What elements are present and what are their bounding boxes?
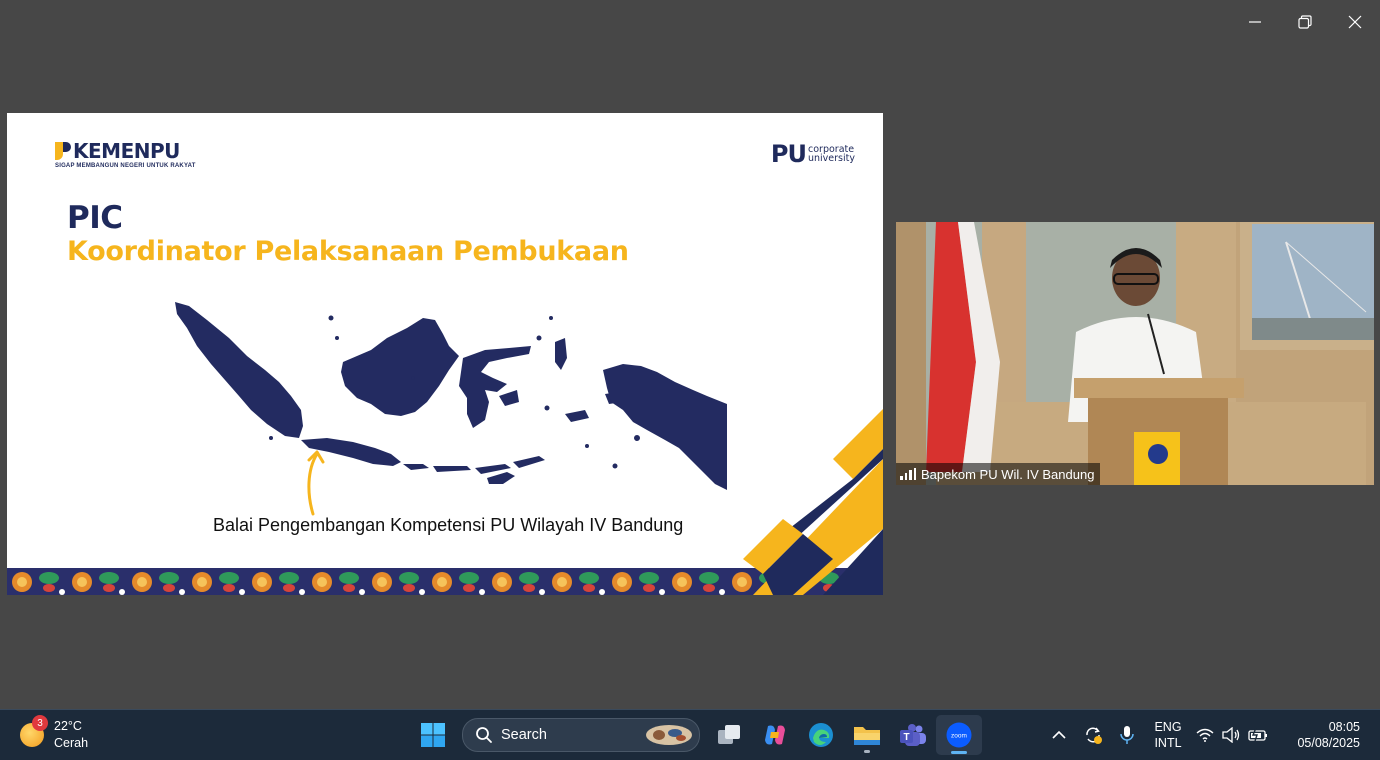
slide-subtitle: Koordinator Pelaksanaan Pembukaan <box>67 236 629 267</box>
pu-logo-line2: university <box>808 153 855 164</box>
indonesia-map-graphic <box>175 302 727 490</box>
language-indicator[interactable]: ENG INTL <box>1144 719 1192 751</box>
microphone-icon[interactable] <box>1110 710 1144 760</box>
task-view-icon[interactable] <box>706 715 752 755</box>
running-indicator <box>864 750 870 753</box>
logo-tagline: SIGAP MEMBANGUN NEGERI UNTUK RAKYAT <box>55 163 196 169</box>
logo-part1: KEMEN <box>73 139 150 163</box>
kemenpu-logo: KEMEN PU SIGAP MEMBANGUN NEGERI UNTUK RAK… <box>55 140 196 169</box>
slide-caption: Balai Pengembangan Kompetensi PU Wilayah… <box>213 515 684 535</box>
participant-video-tile[interactable]: Bapekom PU Wil. IV Bandung <box>896 222 1374 485</box>
location-pointer-arrow <box>307 450 325 516</box>
slide-title: PIC <box>67 200 123 236</box>
shared-presentation-slide: KEMEN PU SIGAP MEMBANGUN NEGERI UNTUK RAK… <box>7 113 883 595</box>
search-icon <box>476 727 492 743</box>
search-label: Search <box>501 727 547 743</box>
weather-sun-icon: 3 <box>20 715 48 747</box>
corner-stripes-decoration <box>743 409 883 595</box>
svg-text:T: T <box>903 732 909 743</box>
taskbar-apps: Search T zoom <box>410 715 982 755</box>
close-icon[interactable] <box>1330 0 1380 44</box>
taskbar-clock[interactable]: 08:05 05/08/2025 <box>1280 719 1360 751</box>
teams-icon[interactable]: T <box>890 715 936 755</box>
language-line2: INTL <box>1154 736 1182 750</box>
wifi-icon[interactable] <box>1192 710 1218 760</box>
clock-time: 08:05 <box>1328 720 1360 734</box>
clock-date: 05/08/2025 <box>1297 736 1360 750</box>
logo-part2: PU <box>149 139 180 163</box>
weather-badge: 3 <box>32 715 48 731</box>
file-explorer-icon[interactable] <box>844 715 890 755</box>
pu-letters: PU <box>770 140 807 168</box>
pu-corporate-university-logo: PU corporate university <box>771 140 855 168</box>
language-line1: ENG <box>1154 720 1182 734</box>
window-controls <box>1230 0 1380 44</box>
speaker-video-frame <box>896 222 1374 485</box>
windows-taskbar: 3 22°C Cerah Search T zoom ENG INTL 08:0… <box>0 709 1380 760</box>
restore-icon[interactable] <box>1280 0 1330 44</box>
battery-icon[interactable] <box>1244 710 1272 760</box>
kemenpu-mark-icon <box>55 142 71 160</box>
participant-name: Bapekom PU Wil. IV Bandung <box>921 466 1095 482</box>
system-tray: ENG INTL 08:05 05/08/2025 <box>1042 710 1380 760</box>
search-highlight-icon <box>646 725 692 745</box>
start-icon[interactable] <box>410 715 456 755</box>
weather-condition: Cerah <box>54 736 89 750</box>
zoom-icon-label: zoom <box>951 733 967 740</box>
sync-icon[interactable] <box>1076 710 1110 760</box>
taskbar-search-box[interactable]: Search <box>462 718 700 752</box>
signal-strength-icon <box>900 468 916 480</box>
edge-icon[interactable] <box>798 715 844 755</box>
weather-temp: 22°C <box>54 719 82 733</box>
participant-name-label: Bapekom PU Wil. IV Bandung <box>896 463 1101 485</box>
zoom-icon[interactable]: zoom <box>936 715 982 755</box>
volume-icon[interactable] <box>1218 710 1244 760</box>
minimize-icon[interactable] <box>1230 0 1280 44</box>
chevron-up-icon[interactable] <box>1042 710 1076 760</box>
active-app-indicator <box>951 751 967 754</box>
copilot-icon[interactable] <box>752 715 798 755</box>
weather-widget[interactable]: 3 22°C Cerah <box>20 715 89 752</box>
